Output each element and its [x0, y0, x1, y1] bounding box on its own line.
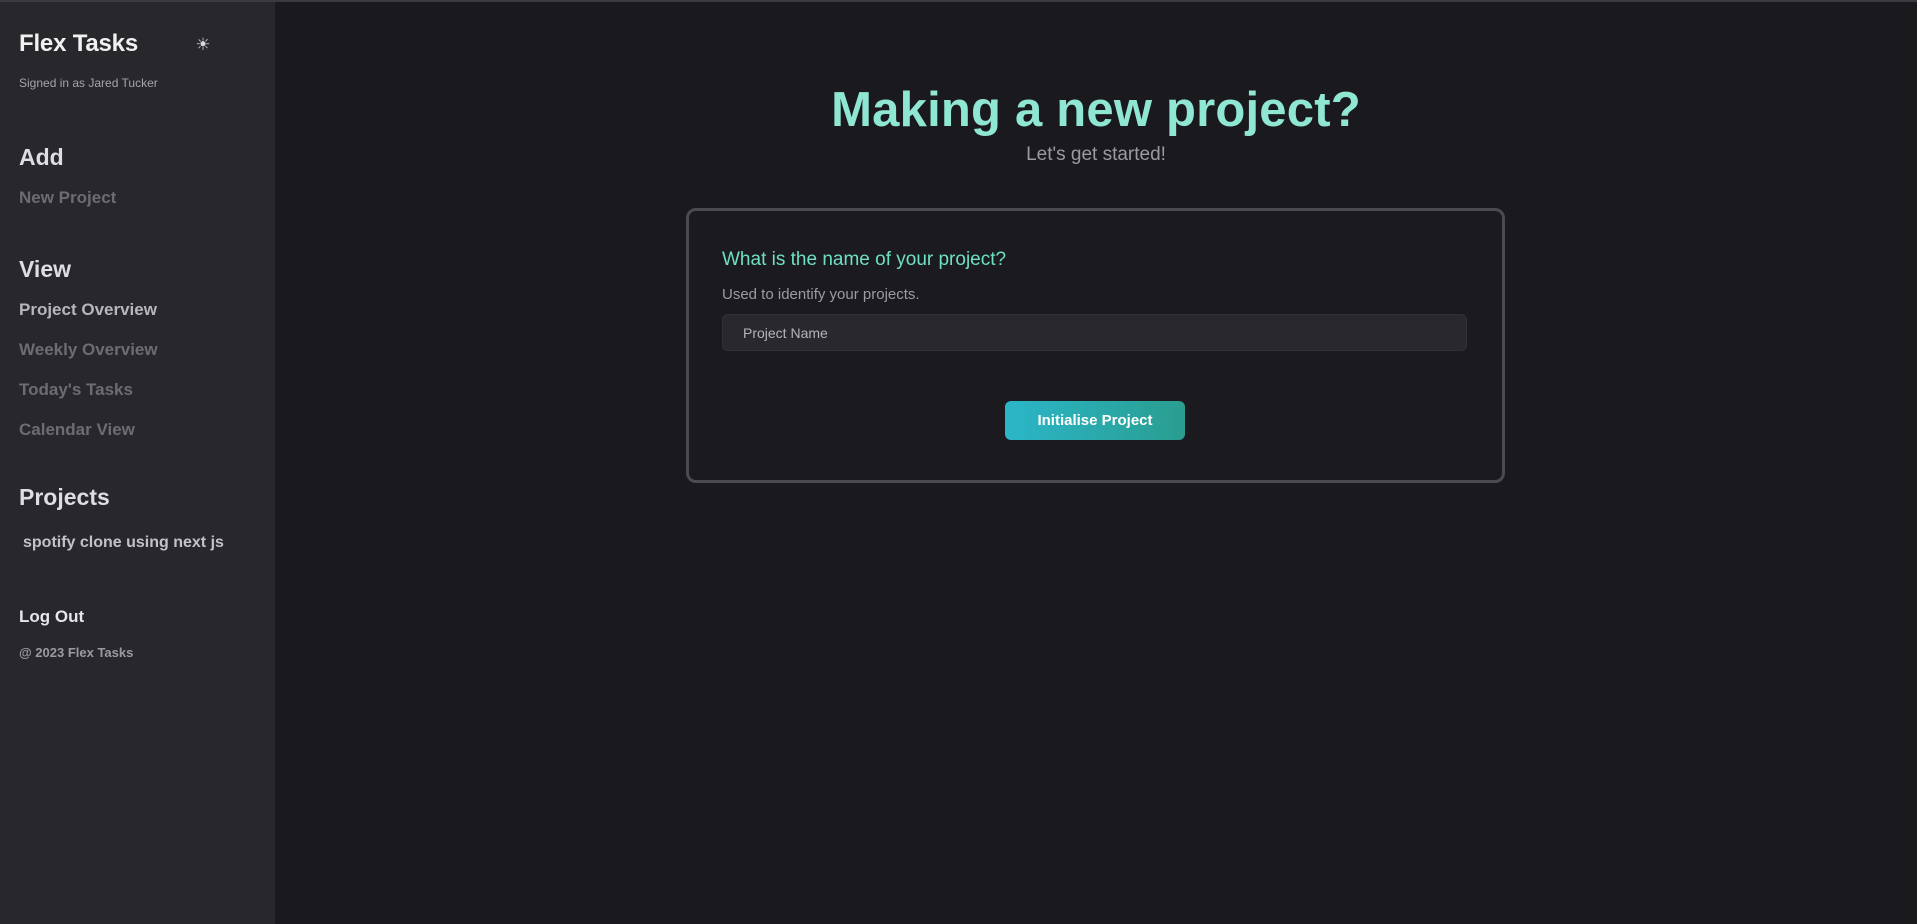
- project-name-input[interactable]: [722, 314, 1467, 351]
- sun-icon[interactable]: ☀: [192, 34, 214, 56]
- sidebar-project-item[interactable]: spotify clone using next js: [23, 534, 224, 552]
- logout-link[interactable]: Log Out: [19, 607, 84, 627]
- section-heading-projects: Projects: [19, 484, 110, 510]
- app-window: Flex Tasks ☀ Signed in as Jared Tucker A…: [0, 0, 1917, 924]
- page-subtitle: Let's get started!: [1026, 144, 1166, 165]
- sidebar: Flex Tasks ☀ Signed in as Jared Tucker A…: [0, 2, 275, 924]
- form-question: What is the name of your project?: [722, 249, 1007, 270]
- sidebar-item-todays-tasks[interactable]: Today's Tasks: [19, 380, 133, 400]
- new-project-form: What is the name of your project? Used t…: [686, 208, 1505, 483]
- sidebar-item-project-overview[interactable]: Project Overview: [19, 300, 157, 320]
- initialise-project-button[interactable]: Initialise Project: [1005, 401, 1185, 440]
- copyright-text: @ 2023 Flex Tasks: [19, 645, 134, 660]
- main-content: Making a new project? Let's get started!…: [275, 2, 1917, 924]
- section-heading-view: View: [19, 256, 71, 282]
- signed-in-label: Signed in as Jared Tucker: [19, 76, 158, 90]
- sidebar-item-calendar-view[interactable]: Calendar View: [19, 420, 135, 440]
- page-title: Making a new project?: [831, 83, 1361, 137]
- section-heading-add: Add: [19, 144, 64, 170]
- sidebar-item-weekly-overview[interactable]: Weekly Overview: [19, 340, 158, 360]
- brand-title: Flex Tasks: [19, 30, 138, 57]
- sidebar-item-new-project[interactable]: New Project: [19, 188, 116, 208]
- form-helper-text: Used to identify your projects.: [722, 286, 920, 303]
